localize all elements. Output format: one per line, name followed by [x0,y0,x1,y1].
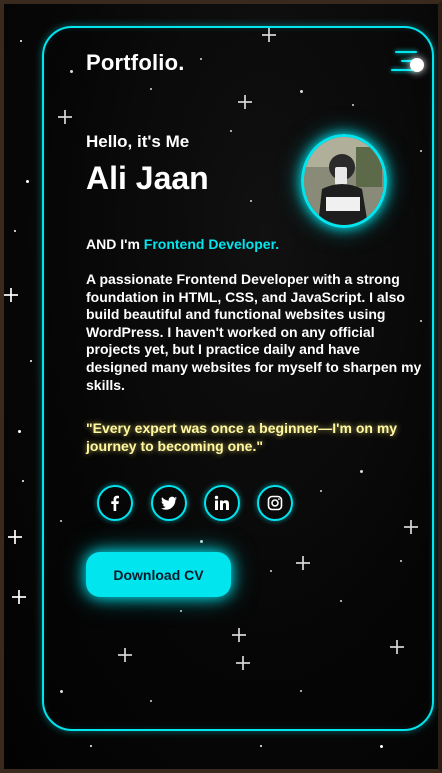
menu-icon [395,51,417,53]
twitter-link[interactable] [151,485,187,521]
cursor-glow [410,58,424,72]
facebook-icon [111,495,119,511]
star [4,288,18,302]
site-logo[interactable]: Portfolio. [86,50,185,76]
linkedin-icon [214,495,229,510]
linkedin-link[interactable] [204,485,240,521]
avatar-photo [304,137,384,225]
instagram-link[interactable] [257,485,293,521]
star [8,530,22,544]
download-cv-button[interactable]: Download CV [86,552,231,597]
hero-name: Ali Jaan [86,160,209,196]
profile-avatar [301,134,387,228]
role-title: Frontend Developer. [143,236,280,252]
twitter-icon [161,496,177,510]
role-prefix: AND I'm [86,236,140,252]
star [12,590,26,604]
greeting-text: Hello, it's Me [86,132,190,151]
motivational-quote: "Every expert was once a beginner—I'm on… [86,420,398,454]
instagram-icon [267,495,283,511]
bio-paragraph: A passionate Frontend Developer with a s… [86,271,422,393]
role-line: AND I'm Frontend Developer. [86,236,279,252]
facebook-link[interactable] [97,485,133,521]
